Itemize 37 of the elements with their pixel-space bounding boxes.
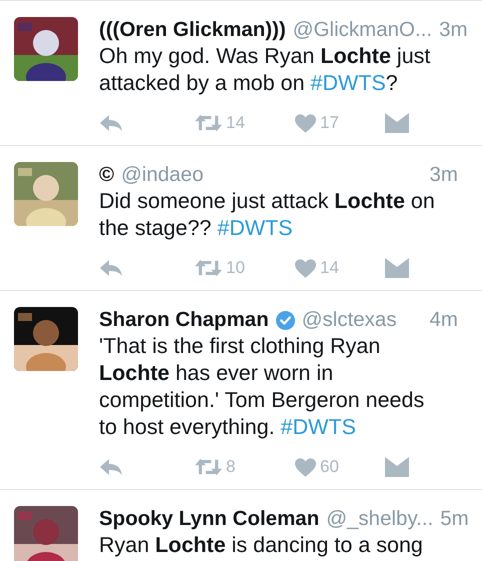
author-handle[interactable]: @GlickmanO... (292, 17, 432, 43)
heart-icon[interactable] (295, 458, 316, 476)
retweet-icon[interactable] (195, 458, 222, 476)
message-icon[interactable] (385, 258, 409, 278)
retweet-count: 10 (226, 258, 245, 278)
hashtag-link[interactable]: #DWTS (280, 415, 356, 439)
like-count: 14 (320, 258, 339, 278)
retweet-icon[interactable] (195, 114, 222, 132)
message-icon[interactable] (385, 113, 409, 133)
tweet-time: 3m (430, 162, 458, 188)
retweet-icon[interactable] (195, 259, 222, 277)
author-handle[interactable]: @indaeo (121, 162, 204, 188)
tweet-time: 4m (430, 307, 458, 333)
tweet-text: 'That is the first clothing Ryan Lochte has ever worn in competition.' Tom Bergeron needs to host everything. #DWTS (99, 333, 426, 441)
retweet-count: 14 (226, 113, 245, 133)
author-name[interactable]: © (99, 162, 114, 188)
author-name[interactable]: (((Oren Glickman))) (99, 17, 286, 43)
tweet-text: Oh my god. Was Ryan Lochte just attacked by a mob on #DWTS? (99, 43, 432, 97)
hashtag-link[interactable]: #DWTS (217, 216, 293, 240)
like-count: 60 (320, 457, 339, 477)
hashtag-link[interactable]: #DWTS (310, 71, 386, 95)
like-count: 17 (320, 113, 339, 133)
reply-icon[interactable] (99, 113, 123, 133)
message-icon[interactable] (385, 457, 409, 477)
author-name[interactable]: Spooky Lynn Coleman (99, 506, 320, 532)
tweet-time: 3m (439, 17, 468, 43)
tweet-time: 5m (440, 506, 469, 532)
reply-icon[interactable] (99, 258, 123, 278)
heart-icon[interactable] (295, 258, 316, 278)
author-handle[interactable]: @_shelby... (326, 506, 434, 532)
tweet-text: Ryan Lochte is dancing to a song (99, 532, 424, 559)
heart-icon[interactable] (295, 114, 316, 132)
reply-icon[interactable] (99, 457, 123, 477)
retweet-count: 8 (226, 457, 236, 477)
author-handle[interactable]: @slctexas (302, 307, 397, 333)
tweet-text: Did someone just attack Lochte on the stage?? #DWTS (99, 188, 436, 242)
author-name[interactable]: Sharon Chapman (99, 307, 269, 333)
